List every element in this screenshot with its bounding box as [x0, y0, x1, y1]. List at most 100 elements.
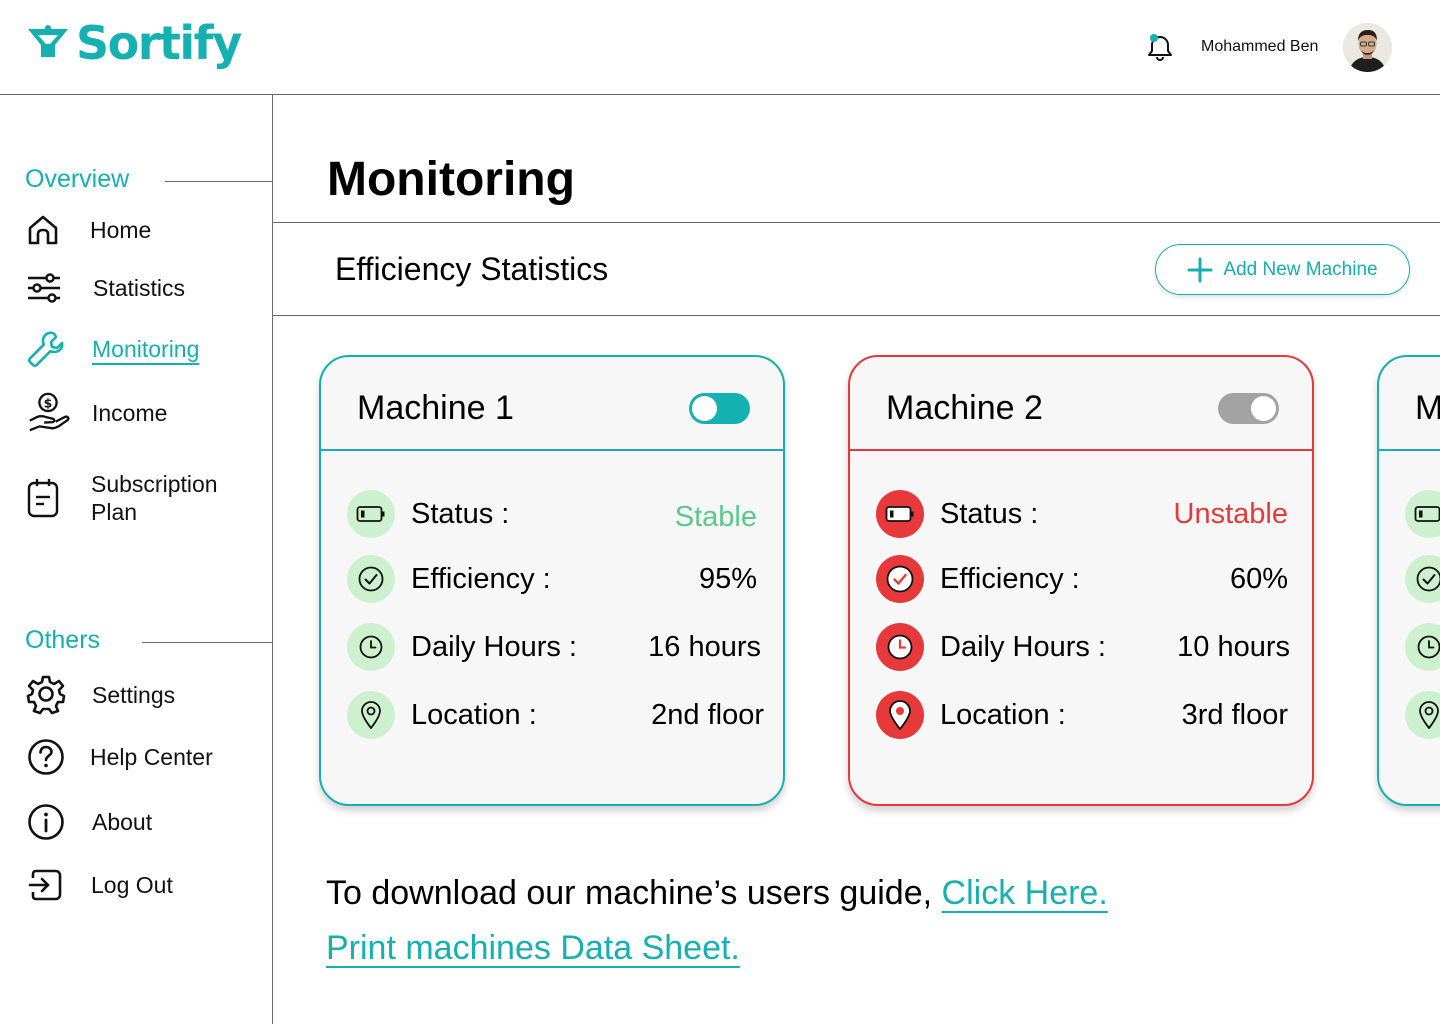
status-value: Unstable	[1173, 498, 1288, 530]
sidebar-item-label: Settings	[92, 682, 176, 708]
machine-name: Machine 2	[886, 389, 1043, 427]
machine-toggle[interactable]	[1218, 393, 1279, 424]
sidebar-item-label: Log Out	[91, 872, 173, 898]
location-pin-icon	[1405, 691, 1440, 739]
wrench-icon	[26, 329, 70, 369]
check-circle-icon	[1405, 555, 1440, 603]
machine-card: Machine 2 Status : Unstable Efficiency :…	[848, 355, 1314, 806]
check-circle-icon	[876, 555, 924, 603]
sidebar-item-label: About	[92, 809, 153, 835]
clipboard-icon	[26, 477, 70, 519]
sortify-logo[interactable]: Sortify	[26, 16, 242, 70]
notification-bell[interactable]	[1146, 32, 1174, 67]
sidebar-item-label: Home	[90, 217, 152, 243]
page-title: Monitoring	[327, 153, 575, 206]
efficiency-row	[1405, 555, 1440, 603]
daily-hours-value: 10 hours	[1177, 631, 1290, 663]
sidebar-item-income[interactable]: $ Income	[26, 391, 167, 435]
print-data-sheet-link[interactable]: Print machines Data Sheet.	[326, 929, 740, 968]
avatar-image	[1343, 23, 1392, 72]
home-icon	[26, 213, 70, 247]
logout-icon	[26, 865, 70, 905]
battery-icon	[876, 490, 924, 538]
overview-divider	[165, 181, 272, 182]
section-title: Efficiency Statistics	[335, 251, 609, 287]
clock-icon	[1405, 623, 1440, 671]
sidebar: Overview Home Statistics Monitoring $ In…	[0, 95, 273, 1024]
sliders-icon	[26, 271, 70, 305]
check-circle-icon	[347, 555, 395, 603]
efficiency-label: Efficiency :	[411, 563, 551, 595]
income-icon: $	[26, 391, 70, 435]
users-guide-link[interactable]: Click Here.	[942, 874, 1108, 912]
machine-card-header: Machine 2	[850, 357, 1312, 451]
daily-hours-label: Daily Hours :	[411, 631, 577, 663]
sidebar-item-label: Help Center	[90, 744, 213, 770]
location-row: Location : 3rd floor	[876, 691, 1288, 739]
title-divider	[273, 222, 1440, 223]
location-row	[1405, 691, 1440, 739]
sidebar-item-label: Subscription Plan	[91, 470, 218, 526]
users-guide-text: To download our machine’s users guide, C…	[326, 874, 1108, 913]
location-value: 3rd floor	[1181, 699, 1288, 731]
battery-icon	[347, 490, 395, 538]
daily-hours-row: Daily Hours : 10 hours	[876, 623, 1290, 671]
location-row: Location : 2nd floor	[347, 691, 764, 739]
sidebar-item-label: Income	[92, 400, 168, 426]
daily-hours-value: 16 hours	[648, 631, 761, 663]
sidebar-item-about[interactable]: About	[26, 802, 152, 842]
sidebar-item-label: Statistics	[93, 275, 186, 301]
brand-name: Sortify	[76, 16, 242, 70]
machine-cards: Machine 1 Status : Stable Efficiency : 9…	[273, 316, 1440, 836]
help-icon	[26, 737, 70, 777]
clock-icon	[347, 623, 395, 671]
efficiency-label: Efficiency :	[940, 563, 1080, 595]
machine-name: Machine 1	[357, 389, 514, 427]
status-label: Status :	[940, 498, 1039, 530]
top-header: Sortify Mohammed Ben	[0, 0, 1440, 95]
svg-text:$: $	[44, 395, 53, 410]
avatar[interactable]	[1343, 23, 1392, 72]
machine-name: M	[1415, 389, 1440, 428]
location-label: Location :	[411, 699, 537, 731]
toggle-knob	[692, 396, 717, 421]
users-guide-prefix: To download our machine’s users guide,	[326, 874, 942, 912]
subscription-label-line2: Plan	[91, 499, 138, 525]
machine-toggle[interactable]	[689, 393, 750, 424]
machine-card: Machine 1 Status : Stable Efficiency : 9…	[319, 355, 785, 806]
sidebar-item-help-center[interactable]: Help Center	[26, 737, 213, 777]
battery-icon	[1405, 490, 1440, 538]
location-pin-icon	[876, 691, 924, 739]
location-label: Location :	[940, 699, 1066, 731]
machine-card-header: Machine 1	[321, 357, 783, 451]
subscription-label-line1: Subscription	[91, 471, 218, 497]
user-name[interactable]: Mohammed Ben	[1201, 38, 1318, 56]
sidebar-item-log-out[interactable]: Log Out	[26, 865, 173, 905]
status-label: Status :	[411, 498, 510, 530]
efficiency-value: 60%	[1229, 563, 1288, 595]
toggle-knob	[1251, 396, 1276, 421]
sidebar-item-settings[interactable]: Settings	[26, 675, 175, 715]
sidebar-item-subscription-plan[interactable]: Subscription Plan	[26, 470, 218, 526]
status-row: Status : Stable	[347, 490, 757, 538]
machine-card-header: M	[1379, 357, 1440, 451]
daily-hours-label: Daily Hours :	[940, 631, 1106, 663]
others-section-label: Others	[25, 626, 101, 654]
efficiency-value: 95%	[698, 563, 757, 595]
sidebar-item-home[interactable]: Home	[26, 213, 151, 247]
sidebar-item-statistics[interactable]: Statistics	[26, 271, 185, 305]
status-row: Status : Unstable	[876, 490, 1288, 538]
plus-icon	[1187, 257, 1213, 282]
bell-icon	[1148, 34, 1172, 62]
status-value: Stable	[674, 501, 757, 533]
location-pin-icon	[347, 691, 395, 739]
clock-icon	[876, 623, 924, 671]
info-icon	[26, 802, 70, 842]
add-new-machine-label: Add New Machine	[1223, 258, 1378, 280]
gear-icon	[26, 675, 70, 715]
sidebar-item-monitoring[interactable]: Monitoring	[26, 329, 199, 369]
add-new-machine-button[interactable]: Add New Machine	[1155, 244, 1410, 295]
location-value: 2nd floor	[651, 699, 764, 731]
machine-card: M	[1377, 355, 1440, 806]
daily-hours-row: Daily Hours : 16 hours	[347, 623, 761, 671]
